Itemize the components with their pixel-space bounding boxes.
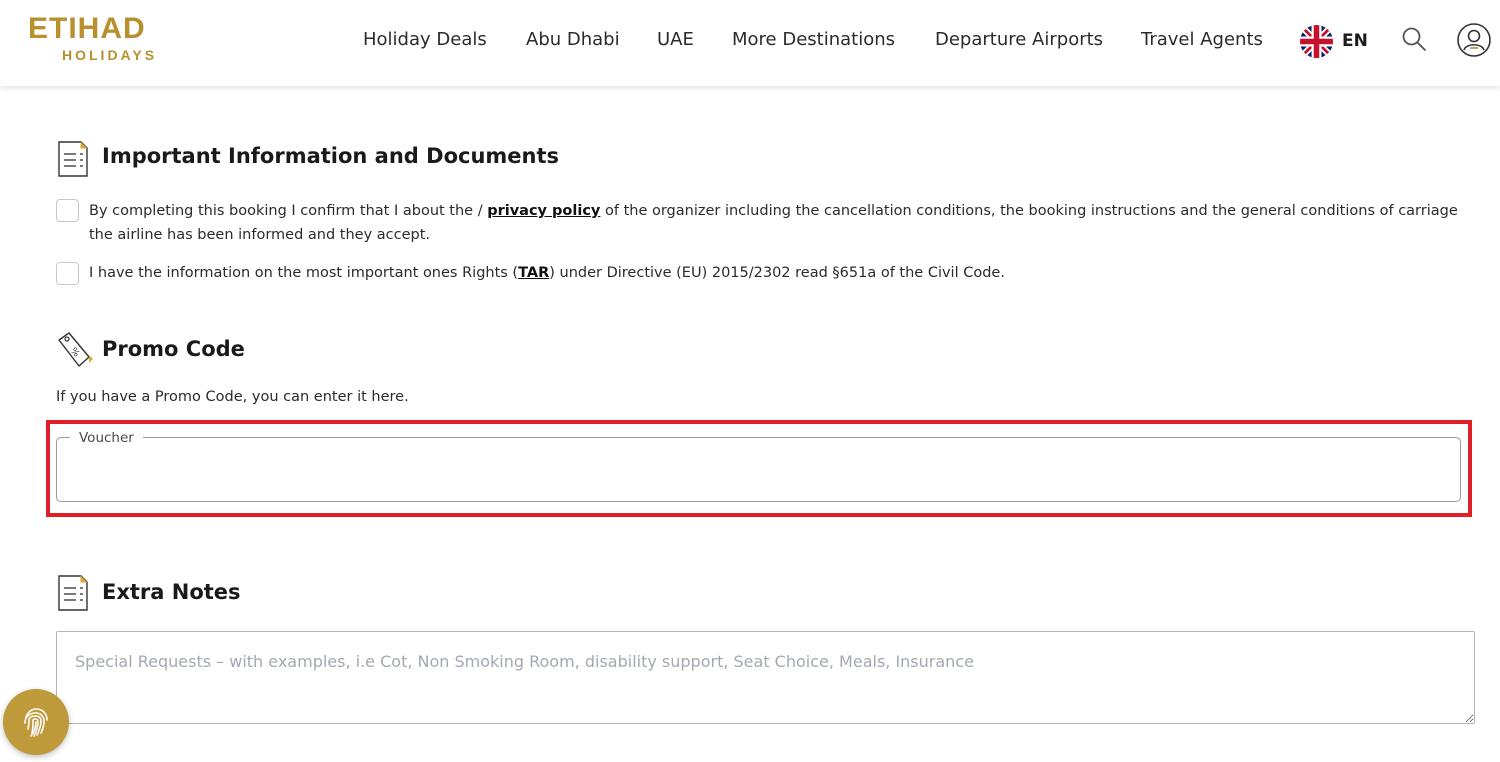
language-label: EN: [1342, 31, 1368, 51]
voucher-input[interactable]: [71, 456, 1441, 486]
extra-notes-title: Extra Notes: [102, 580, 241, 604]
uk-flag-icon: [1300, 24, 1333, 58]
tar-link[interactable]: TAR: [518, 265, 549, 281]
rights-text-start: I have the information on the most impor…: [89, 265, 519, 281]
voucher-label: Voucher: [70, 430, 143, 446]
terms-text-start: By completing this booking I confirm tha…: [89, 203, 488, 219]
privacy-policy-link[interactable]: privacy policy: [487, 203, 600, 219]
rights-checkbox[interactable]: [56, 262, 79, 285]
terms-checkbox[interactable]: [56, 199, 79, 222]
logo-wordmark: ETIHAD: [28, 12, 146, 45]
search-icon[interactable]: [1401, 26, 1427, 52]
etihad-holidays-logo[interactable]: ETIHAD HOLIDAYS: [28, 14, 198, 66]
voucher-field-outline: [56, 437, 1461, 502]
promo-code-description: If you have a Promo Code, you can enter …: [56, 389, 409, 405]
nav-uae[interactable]: UAE: [657, 28, 694, 52]
logo-subtitle: HOLIDAYS: [62, 47, 158, 63]
nav-departure-airports[interactable]: Departure Airports: [935, 28, 1103, 52]
notes-document-icon: [58, 575, 88, 611]
document-icon: [58, 141, 88, 177]
svg-text:%: %: [68, 346, 81, 359]
nav-abu-dhabi[interactable]: Abu Dhabi: [526, 28, 620, 52]
user-account-icon[interactable]: [1456, 22, 1492, 58]
promo-code-title: Promo Code: [102, 337, 245, 361]
discount-tag-icon: %: [58, 332, 93, 367]
terms-text: By completing this booking I confirm tha…: [89, 199, 1469, 247]
nav-more-destinations[interactable]: More Destinations: [732, 28, 895, 52]
important-info-title: Important Information and Documents: [102, 144, 560, 168]
rights-text-end: ) under Directive (EU) 2015/2302 read §6…: [549, 265, 1005, 281]
nav-holiday-deals[interactable]: Holiday Deals: [363, 28, 487, 52]
nav-travel-agents[interactable]: Travel Agents: [1141, 28, 1263, 52]
fingerprint-icon: [24, 708, 48, 737]
fingerprint-button[interactable]: [3, 689, 69, 755]
language-selector[interactable]: EN: [1300, 24, 1368, 58]
site-header: ETIHAD HOLIDAYS Holiday Deals Abu Dhabi …: [0, 0, 1500, 86]
rights-text: I have the information on the most impor…: [89, 261, 1469, 285]
special-requests-textarea[interactable]: [56, 631, 1475, 724]
